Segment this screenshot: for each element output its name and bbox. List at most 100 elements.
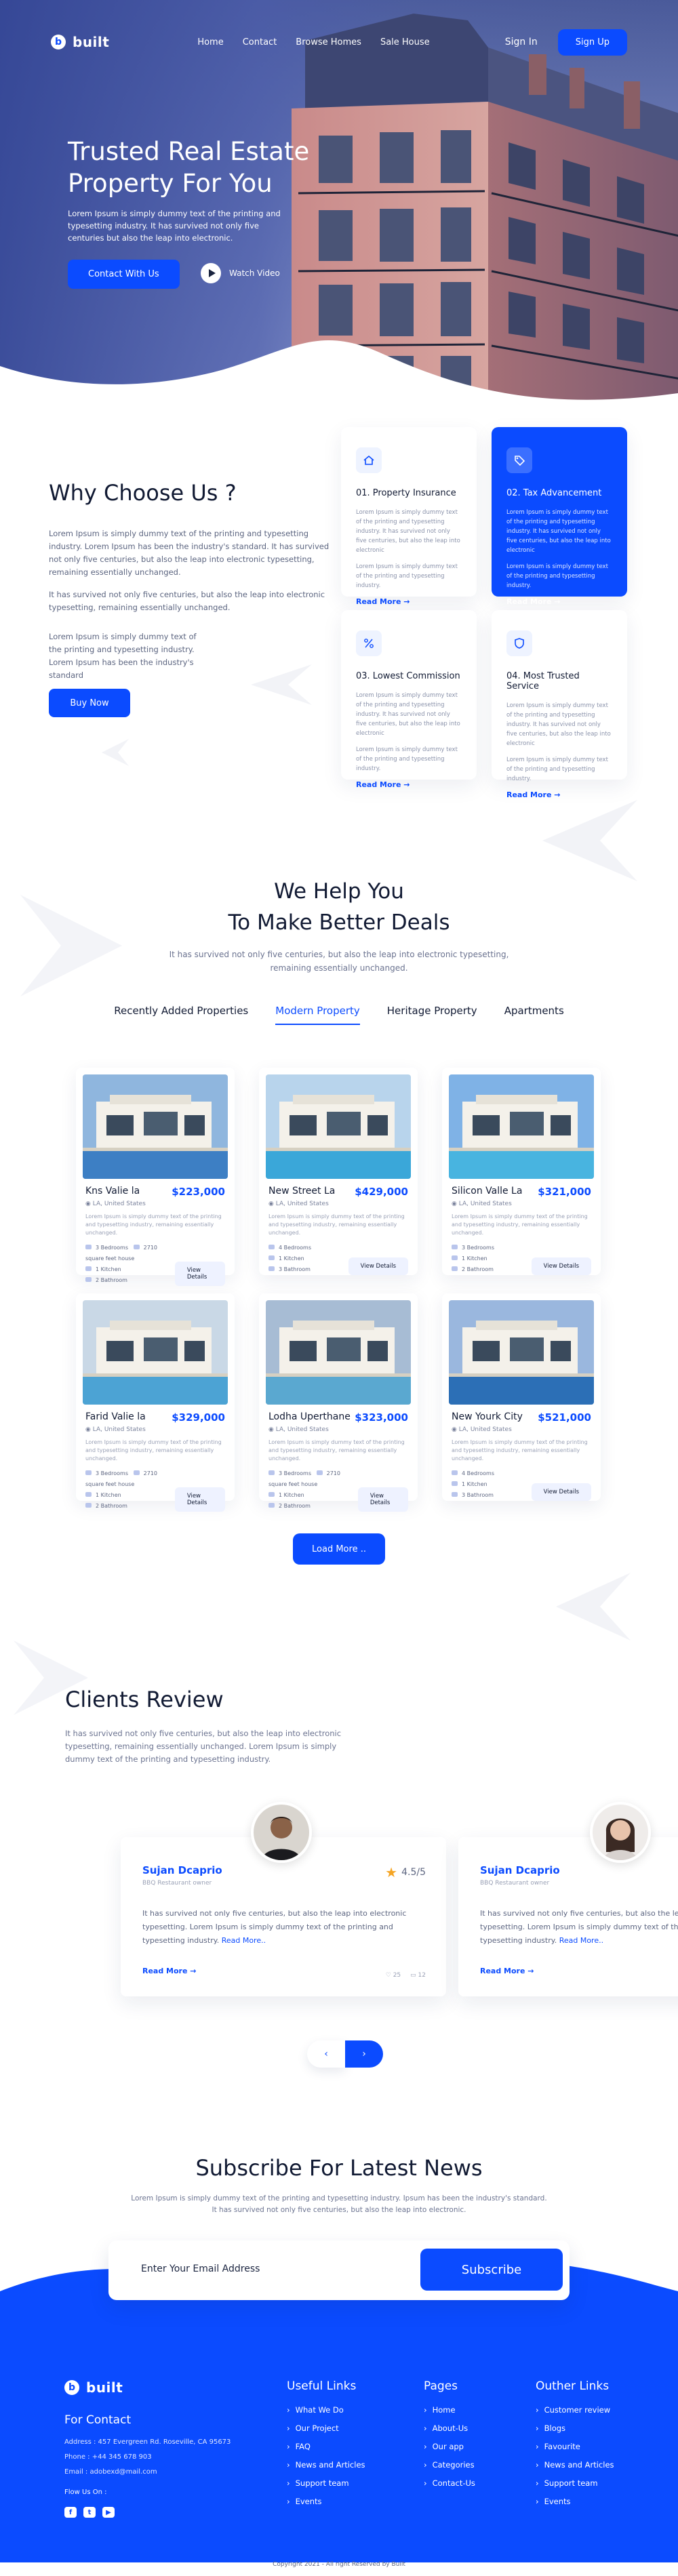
property-photo [266, 1074, 411, 1179]
property-name[interactable]: Farid Valie la [85, 1411, 146, 1424]
reviewer-name: Sujan Dcaprio [480, 1864, 560, 1876]
read-more-link[interactable]: Read More → [506, 790, 612, 799]
load-more-button[interactable]: Load More .. [293, 1533, 385, 1565]
footer-link[interactable]: Home [424, 2401, 475, 2419]
review-read-more-link[interactable]: Read More → [142, 1967, 424, 1975]
footer-link[interactable]: Our Project [287, 2419, 365, 2438]
footer-link[interactable]: Support team [536, 2474, 614, 2493]
review-read-more-link[interactable]: Read More → [480, 1967, 678, 1975]
footer-link[interactable]: News and Articles [287, 2456, 365, 2474]
avatar [590, 1802, 651, 1863]
decorative-plane-icon [102, 739, 129, 766]
feature-title: 03. Lowest Commission [356, 671, 460, 681]
read-more-link[interactable]: Read More → [356, 780, 462, 789]
view-details-button[interactable]: View Details [348, 1257, 408, 1275]
footer-link[interactable]: Customer review [536, 2401, 614, 2419]
footer-link[interactable]: Our app [424, 2438, 475, 2456]
view-details-button[interactable]: View Details [357, 1487, 408, 1512]
footer-link[interactable]: FAQ [287, 2438, 365, 2456]
view-details-button[interactable]: View Details [531, 1257, 591, 1275]
read-more-inline-link[interactable]: Read More.. [559, 1936, 603, 1945]
bath-icon [268, 1503, 275, 1508]
rating: ★ 4.5/5 [385, 1864, 426, 1880]
previous-button[interactable]: ‹ [307, 2040, 345, 2068]
nav-link-contact[interactable]: Contact [243, 37, 277, 47]
footer-link[interactable]: Favourite [536, 2438, 614, 2456]
kitchen-icon [85, 1266, 92, 1271]
contact-title: For Contact [64, 2413, 132, 2427]
decorative-plane-icon [251, 664, 312, 705]
logo[interactable]: b built [51, 34, 109, 50]
property-card[interactable]: Kns Valie la $223,000 ◉ LA, United States L… [76, 1068, 235, 1286]
reviewer-role: BBQ Restaurant owner [480, 1880, 550, 1887]
next-button[interactable]: › [345, 2040, 383, 2068]
youtube-icon[interactable]: ▶ [102, 2507, 115, 2518]
footer-link[interactable]: Events [536, 2493, 614, 2511]
sign-up-button[interactable]: Sign Up [557, 28, 627, 56]
property-kitchen: 1 Kitchen [462, 1255, 487, 1262]
follow-label: Flow Us On : [64, 2489, 107, 2496]
nav-link-sale-house[interactable]: Sale House [380, 37, 430, 47]
footer-link[interactable]: About-Us [424, 2419, 475, 2438]
read-more-inline-link[interactable]: Read More.. [222, 1936, 266, 1945]
reviewer-photo [254, 1805, 309, 1860]
property-card[interactable]: Farid Valie la $329,000 ◉ LA, United State… [76, 1293, 235, 1512]
property-baths: 3 Bathroom [462, 1492, 494, 1498]
read-more-link[interactable]: Read More → [506, 597, 612, 606]
footer-link[interactable]: Blogs [536, 2419, 614, 2438]
property-name[interactable]: Silicon Valle La [452, 1186, 522, 1198]
landing-page: b built Home Contact Browse Homes Sale H… [0, 0, 678, 2576]
property-features: 3 Bedrooms 1 Kitchen 2 Bathroom [452, 1243, 494, 1275]
view-details-button[interactable]: View Details [174, 1487, 225, 1512]
footer-link[interactable]: Contact-Us [424, 2474, 475, 2493]
property-kitchen: 1 Kitchen [462, 1481, 487, 1487]
property-beds: 4 Bedrooms [462, 1470, 494, 1476]
contact-with-us-button[interactable]: Contact With Us [68, 260, 180, 289]
comment-count[interactable]: ▭ 12 [410, 1972, 426, 1979]
footer-logo[interactable]: b built [64, 2379, 123, 2396]
bed-icon [268, 1470, 275, 1475]
email-input[interactable]: Enter Your Email Address [141, 2263, 260, 2274]
feature-text: Lorem Ipsum is simply dummy text of the … [506, 563, 608, 589]
tab-recently-added[interactable]: Recently Added Properties [114, 1005, 248, 1025]
footer-link[interactable]: Categories [424, 2456, 475, 2474]
property-card[interactable]: Lodha Uperthane $323,000 ◉ LA, United Stat… [259, 1293, 418, 1512]
property-name[interactable]: New Yourk City [452, 1411, 523, 1424]
nav-link-home[interactable]: Home [197, 37, 223, 47]
subscribe-text-1: Lorem Ipsum is simply dummy text of the … [131, 2194, 547, 2202]
property-photo [266, 1300, 411, 1405]
property-name[interactable]: Kns Valie la [85, 1186, 140, 1198]
footer-link[interactable]: What We Do [287, 2401, 365, 2419]
tab-apartments[interactable]: Apartments [504, 1005, 564, 1025]
subscribe-button[interactable]: Subscribe [420, 2249, 563, 2291]
like-count[interactable]: ♡ 25 [386, 1972, 401, 1979]
property-kitchen: 1 Kitchen [96, 1266, 121, 1272]
buy-now-button[interactable]: Buy Now [49, 689, 130, 717]
twitter-icon[interactable]: t [83, 2507, 96, 2518]
property-card[interactable]: New Street La $429,000 ◉ LA, United States… [259, 1068, 418, 1275]
hero-subtitle: Lorem Ipsum is simply dummy text of the … [68, 209, 281, 243]
sign-in-link[interactable]: Sign In [505, 37, 538, 47]
nav-link-browse-homes[interactable]: Browse Homes [296, 37, 361, 47]
read-more-link[interactable]: Read More → [356, 597, 462, 606]
view-details-button[interactable]: View Details [174, 1262, 225, 1286]
property-features: 4 Bedrooms 1 Kitchen 3 Bathroom [268, 1243, 311, 1275]
footer-link[interactable]: Events [287, 2493, 365, 2511]
facebook-icon[interactable]: f [64, 2507, 77, 2518]
tab-heritage-property[interactable]: Heritage Property [387, 1005, 477, 1025]
footer-link[interactable]: News and Articles [536, 2456, 614, 2474]
property-name[interactable]: New Street La [268, 1186, 335, 1198]
footer-link[interactable]: Support team [287, 2474, 365, 2493]
tab-modern-property[interactable]: Modern Property [275, 1005, 360, 1025]
arrow-right-icon: → [527, 1967, 534, 1975]
view-details-button[interactable]: View Details [531, 1483, 591, 1501]
contact-email: Email : adobexd@mail.com [64, 2468, 157, 2476]
subscribe-heading: Subscribe For Latest News Lorem Ipsum is… [0, 2152, 678, 2216]
property-card[interactable]: New Yourk City $521,000 ◉ LA, United State… [442, 1293, 601, 1501]
property-card[interactable]: Silicon Valle La $321,000 ◉ LA, United Sta… [442, 1068, 601, 1275]
property-features: 3 Bedrooms 2710 square feet house 1 Kitch… [85, 1468, 175, 1512]
property-name[interactable]: Lodha Uperthane [268, 1411, 351, 1424]
deals-heading: We Help You To Make Better Deals It has … [0, 876, 678, 975]
logo-text: built [73, 34, 110, 50]
watch-video-button[interactable]: Watch Video [201, 263, 280, 283]
